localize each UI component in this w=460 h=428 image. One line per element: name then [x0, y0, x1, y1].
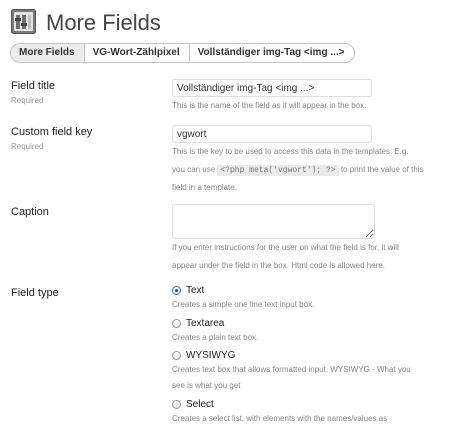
field-type-label: Field type — [11, 287, 59, 299]
field-title-input[interactable] — [172, 79, 372, 97]
field-type-option-text-description: Creates a simple one line text input box… — [172, 300, 315, 309]
field-type-option-select-description: Creates a select list, with elements wit… — [172, 414, 388, 423]
field-type-option-textarea-description: Creates a plain text box. — [172, 333, 259, 342]
field-title-required: Required — [11, 96, 44, 105]
custom-field-key-description-pre: you can use — [172, 165, 216, 174]
field-type-option-wysiwyg-description-line2: see is what you get — [172, 381, 241, 390]
custom-field-key-description-post: to print the value of this — [340, 165, 424, 174]
custom-field-key-required: Required — [11, 142, 44, 151]
custom-field-key-code-snippet: <?php meta('vgwort'); ?> — [217, 165, 339, 176]
field-title-label: Field title — [11, 80, 56, 92]
field-type-option-textarea-label: Textarea — [186, 318, 225, 329]
field-type-option-wysiwyg-label: WYSIWYG — [186, 350, 236, 361]
breadcrumb-item-box[interactable]: VG-Wort-Zählpixel — [83, 43, 190, 63]
custom-field-key-description-line2: you can use <?php meta('vgwort'); ?> to … — [172, 161, 424, 180]
field-type-option-wysiwyg[interactable]: WYSIWYG — [172, 350, 235, 361]
custom-field-key-label: Custom field key — [11, 126, 93, 138]
caption-description-line1: If you enter instructions for the user o… — [172, 243, 399, 252]
custom-field-key-description-line3: field in a template. — [172, 183, 237, 192]
radio-unchecked-icon[interactable] — [172, 351, 181, 360]
field-type-option-textarea[interactable]: Textarea — [172, 318, 224, 329]
custom-field-key-input[interactable] — [172, 125, 372, 143]
radio-checked-icon[interactable] — [172, 286, 181, 295]
caption-description-line2: appear under the field in the box. Html … — [172, 261, 386, 270]
caption-textarea[interactable] — [172, 204, 375, 239]
field-type-option-text-label: Text — [186, 285, 205, 296]
page-title: More Fields — [46, 10, 161, 35]
radio-unchecked-icon[interactable] — [172, 400, 181, 409]
field-title-description: This is the name of the field as it will… — [172, 101, 367, 110]
field-type-option-select[interactable]: Select — [172, 399, 214, 410]
breadcrumb: More Fields VG-Wort-Zählpixel Vollständi… — [10, 43, 355, 63]
caption-label: Caption — [11, 206, 49, 218]
settings-page-icon — [11, 9, 36, 34]
field-type-option-text[interactable]: Text — [172, 285, 204, 296]
field-type-option-select-label: Select — [186, 399, 214, 410]
breadcrumb-item-more-fields[interactable]: More Fields — [10, 43, 85, 63]
radio-unchecked-icon[interactable] — [172, 319, 181, 328]
custom-field-key-description-line1: This is the key to be used to access thi… — [172, 147, 409, 156]
breadcrumb-item-field[interactable]: Vollständiger img-Tag <img ...> — [188, 43, 355, 63]
